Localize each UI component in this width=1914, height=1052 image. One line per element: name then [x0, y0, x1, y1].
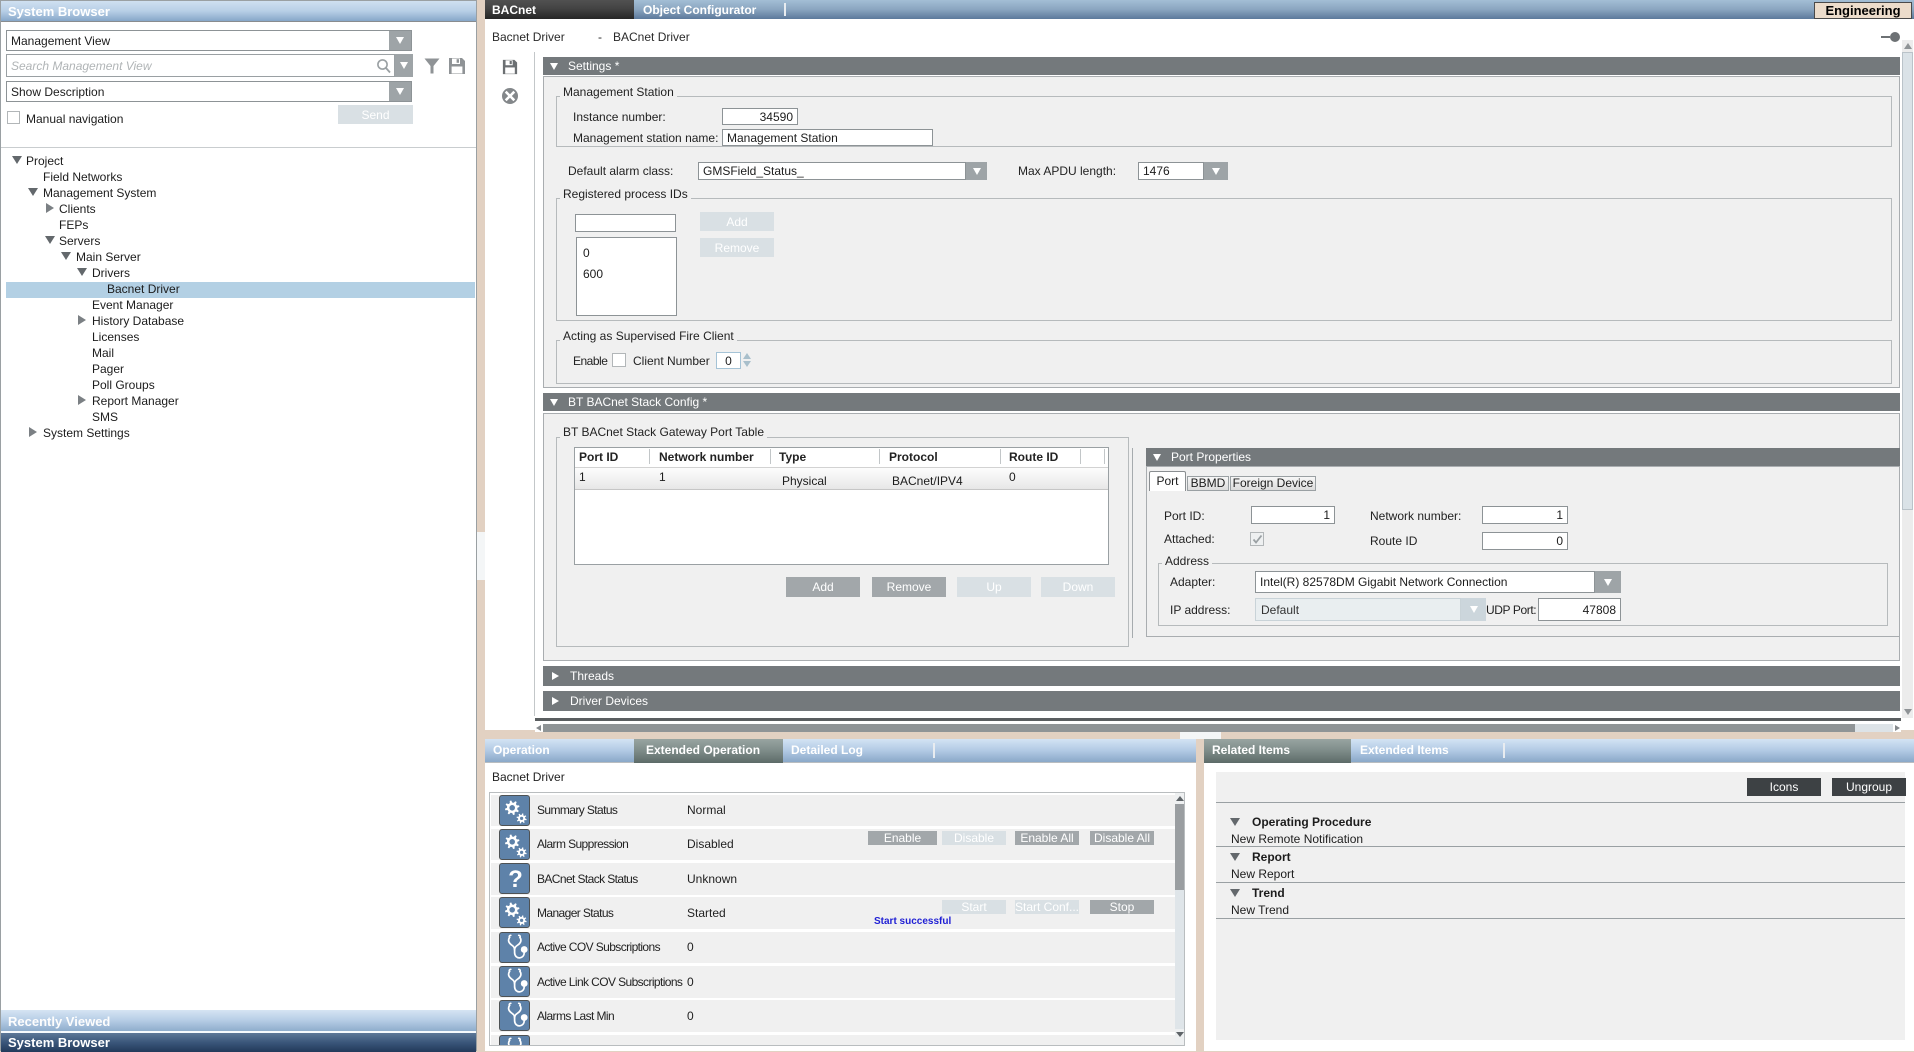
svg-text:?: ?: [508, 866, 523, 893]
